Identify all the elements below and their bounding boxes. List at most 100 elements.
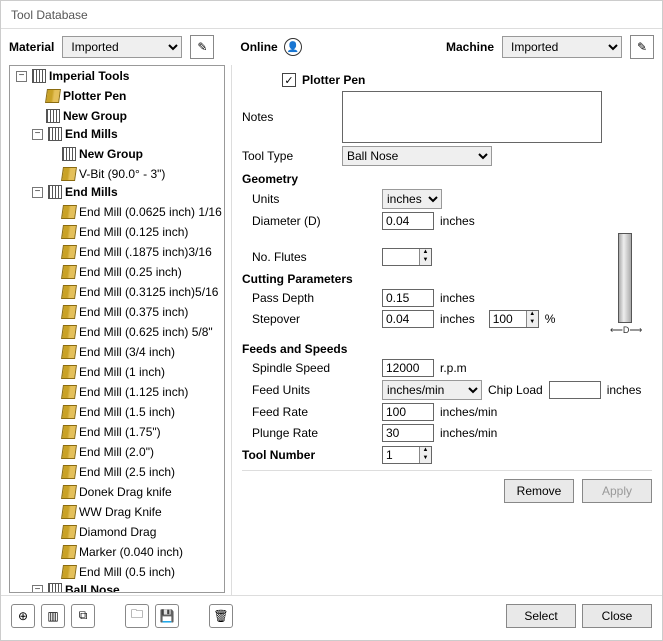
notes-label: Notes (242, 110, 342, 124)
feedunits-select[interactable]: inches/min (382, 380, 482, 400)
tool-preview: ⟵D⟶ (610, 233, 640, 343)
add-button[interactable]: ⊕ (11, 604, 35, 628)
up-icon[interactable]: ▲ (420, 447, 431, 455)
tooltype-select[interactable]: Ball Nose (342, 146, 492, 166)
close-button[interactable]: Close (582, 604, 652, 628)
tree-item[interactable]: WW Drag Knife (46, 504, 164, 520)
folder-icon: 🗀 (131, 605, 143, 626)
tree-item[interactable]: New Group (46, 146, 145, 162)
group-icon (62, 147, 76, 161)
machine-label: Machine (446, 40, 494, 54)
tree-item[interactable]: New Group (30, 108, 129, 124)
tree-item[interactable]: −Ball Nose (30, 582, 122, 593)
material-select[interactable]: Imported (62, 36, 182, 58)
tool-tree[interactable]: − Imperial Tools Plotter PenNew Group−En… (9, 65, 225, 593)
tree-item[interactable]: −End Mills (30, 126, 120, 142)
tree-item[interactable]: End Mill (2.5 inch) (46, 464, 177, 480)
collapse-icon[interactable]: − (32, 129, 43, 140)
machine-edit-button[interactable]: ✎ (630, 35, 654, 59)
user-icon[interactable]: 👤 (284, 38, 302, 56)
copy-button[interactable]: ⧉ (71, 604, 95, 628)
tree-item-label: End Mill (0.3125 inch)5/16 (79, 284, 218, 300)
new-group-button[interactable]: ▥ (41, 604, 65, 628)
stepover-unit: inches (440, 312, 475, 326)
machine-select[interactable]: Imported (502, 36, 622, 58)
tree-item-label: End Mill (1.75") (79, 424, 161, 440)
tree-item[interactable]: Plotter Pen (30, 88, 128, 104)
flutes-input[interactable] (383, 249, 419, 265)
passdepth-unit: inches (440, 291, 475, 305)
tree-item-label: End Mill (1.5 inch) (79, 404, 175, 420)
tree-item[interactable]: Marker (0.040 inch) (46, 544, 185, 560)
toolnum-input[interactable] (383, 447, 419, 463)
flutes-label: No. Flutes (252, 250, 342, 264)
spindle-input[interactable] (382, 359, 434, 377)
tool-icon (61, 425, 77, 439)
tree-item[interactable]: End Mill (0.625 inch) 5/8" (46, 324, 215, 340)
group-icon (48, 185, 62, 199)
apply-button[interactable]: Apply (582, 479, 652, 503)
tree-item[interactable]: End Mill (0.0625 inch) 1/16 (46, 204, 224, 220)
units-select[interactable]: inches (382, 189, 442, 209)
diameter-label: Diameter (D) (252, 214, 342, 228)
tree-item-label: Marker (0.040 inch) (79, 544, 183, 560)
stepover-input[interactable] (382, 310, 434, 328)
tree-item[interactable]: V-Bit (90.0° - 3") (46, 166, 167, 182)
plunge-input[interactable] (382, 424, 434, 442)
percent-sign: % (545, 312, 556, 326)
tree-item[interactable]: End Mill (.1875 inch)3/16 (46, 244, 214, 260)
tooltype-label: Tool Type (242, 149, 342, 163)
tree-item[interactable]: End Mill (0.125 inch) (46, 224, 190, 240)
material-edit-button[interactable]: ✎ (190, 35, 214, 59)
stepover-pct-input[interactable] (490, 311, 526, 327)
tree-item[interactable]: End Mill (1.125 inch) (46, 384, 190, 400)
tree-item[interactable]: End Mill (3/4 inch) (46, 344, 177, 360)
collapse-icon[interactable]: − (32, 187, 43, 198)
flutes-stepper[interactable]: ▲▼ (382, 248, 432, 266)
select-button[interactable]: Select (506, 604, 576, 628)
collapse-icon[interactable]: − (32, 585, 43, 594)
bit-shape-icon (618, 233, 632, 323)
down-icon[interactable]: ▼ (420, 257, 431, 265)
diameter-input[interactable] (382, 212, 434, 230)
tree-item-label: End Mill (2.0") (79, 444, 154, 460)
tree-item[interactable]: End Mill (2.0") (46, 444, 156, 460)
tree-item[interactable]: End Mill (0.5 inch) (46, 564, 177, 580)
group-icon (32, 69, 46, 83)
tree-item[interactable]: End Mill (0.3125 inch)5/16 (46, 284, 220, 300)
tool-icon (61, 305, 77, 319)
delete-button[interactable]: 🗑 (209, 604, 233, 628)
down-icon[interactable]: ▼ (527, 319, 538, 327)
group-icon (48, 583, 62, 593)
chipload-input[interactable] (549, 381, 601, 399)
down-icon[interactable]: ▼ (420, 455, 431, 463)
tree-item[interactable]: End Mill (1.5 inch) (46, 404, 177, 420)
tree-root[interactable]: − Imperial Tools (14, 68, 131, 84)
toolnum-label: Tool Number (242, 448, 342, 462)
up-icon[interactable]: ▲ (420, 249, 431, 257)
toolnum-stepper[interactable]: ▲▼ (382, 446, 432, 464)
tree-item[interactable]: End Mill (1 inch) (46, 364, 167, 380)
notes-input[interactable] (342, 91, 602, 143)
plunge-unit: inches/min (440, 426, 497, 440)
remove-button[interactable]: Remove (504, 479, 574, 503)
feedrate-input[interactable] (382, 403, 434, 421)
collapse-icon[interactable]: − (16, 71, 27, 82)
tree-item-label: Diamond Drag (79, 524, 156, 540)
up-icon[interactable]: ▲ (527, 311, 538, 319)
tool-icon (61, 205, 77, 219)
tree-item[interactable]: Diamond Drag (46, 524, 158, 540)
material-label: Material (9, 40, 54, 54)
tree-item[interactable]: End Mill (0.375 inch) (46, 304, 190, 320)
tree-item[interactable]: End Mill (1.75") (46, 424, 163, 440)
tree-item[interactable]: End Mill (0.25 inch) (46, 264, 184, 280)
tree-item[interactable]: Donek Drag knife (46, 484, 174, 500)
tree-item[interactable]: −End Mills (30, 184, 120, 200)
chipload-unit: inches (607, 383, 642, 397)
stepover-pct-stepper[interactable]: ▲▼ (489, 310, 539, 328)
tree-item-label: End Mill (3/4 inch) (79, 344, 175, 360)
save-button[interactable]: 💾 (155, 604, 179, 628)
tool-enabled-checkbox[interactable]: ✓ (282, 73, 296, 87)
open-button[interactable]: 🗀 (125, 604, 149, 628)
passdepth-input[interactable] (382, 289, 434, 307)
